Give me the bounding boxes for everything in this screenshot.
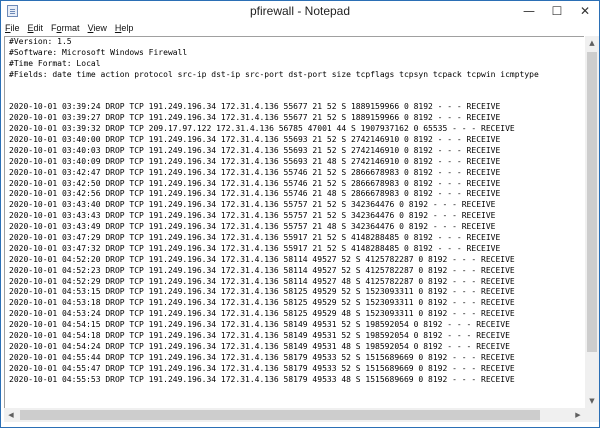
text-line: 2020-10-01 04:54:18 DROP TCP 191.249.196… (9, 331, 510, 341)
text-line: #Fields: date time action protocol src-i… (9, 69, 539, 79)
scroll-right-icon[interactable]: ▶ (571, 408, 585, 422)
vertical-scrollbar[interactable]: ▲ ▼ (585, 36, 599, 408)
vertical-scroll-thumb[interactable] (587, 52, 597, 352)
notepad-window: pfirewall - Notepad — ☐ ✕ File Edit Form… (0, 0, 600, 428)
text-line: 2020-10-01 04:55:47 DROP TCP 191.249.196… (9, 363, 515, 373)
text-line: 2020-10-01 03:42:56 DROP TCP 191.249.196… (9, 189, 501, 199)
maximize-button[interactable]: ☐ (543, 1, 571, 21)
text-line: 2020-10-01 03:43:49 DROP TCP 191.249.196… (9, 222, 496, 232)
text-line: 2020-10-01 04:53:15 DROP TCP 191.249.196… (9, 287, 515, 297)
text-line: 2020-10-01 03:39:27 DROP TCP 191.249.196… (9, 113, 501, 123)
scroll-up-icon[interactable]: ▲ (585, 36, 599, 50)
menu-file[interactable]: File (1, 23, 24, 33)
text-line: 2020-10-01 03:39:32 DROP TCP 209.17.97.1… (9, 124, 515, 134)
editor-content[interactable]: #Version: 1.5 #Software: Microsoft Window… (9, 37, 584, 408)
menu-format[interactable]: Format (47, 23, 84, 33)
window-controls: — ☐ ✕ (515, 1, 599, 21)
text-editor[interactable]: #Version: 1.5 #Software: Microsoft Window… (4, 36, 584, 408)
text-line: #Version: 1.5 (9, 37, 72, 46)
text-line: 2020-10-01 03:47:32 DROP TCP 191.249.196… (9, 243, 501, 253)
text-line: 2020-10-01 04:53:24 DROP TCP 191.249.196… (9, 309, 515, 319)
text-line: 2020-10-01 03:42:50 DROP TCP 191.249.196… (9, 178, 501, 188)
title-bar[interactable]: pfirewall - Notepad — ☐ ✕ (1, 1, 599, 21)
text-line: 2020-10-01 04:52:20 DROP TCP 191.249.196… (9, 254, 515, 264)
menu-bar: File Edit Format View Help (1, 21, 599, 35)
horizontal-scrollbar[interactable]: ◀ ▶ (4, 408, 585, 422)
text-line: 2020-10-01 03:43:40 DROP TCP 191.249.196… (9, 200, 496, 210)
text-line: 2020-10-01 03:43:43 DROP TCP 191.249.196… (9, 211, 496, 221)
text-line: #Software: Microsoft Windows Firewall (9, 47, 188, 57)
text-line: 2020-10-01 04:52:23 DROP TCP 191.249.196… (9, 265, 515, 275)
horizontal-scroll-thumb[interactable] (20, 410, 540, 420)
close-button[interactable]: ✕ (571, 1, 599, 21)
minimize-button[interactable]: — (515, 1, 543, 21)
window-title: pfirewall - Notepad (249, 4, 351, 18)
menu-help[interactable]: Help (111, 23, 138, 33)
text-line: 2020-10-01 04:55:44 DROP TCP 191.249.196… (9, 352, 515, 362)
text-line: 2020-10-01 03:40:09 DROP TCP 191.249.196… (9, 156, 501, 166)
scroll-down-icon[interactable]: ▼ (585, 394, 599, 408)
text-line: 2020-10-01 04:55:53 DROP TCP 191.249.196… (9, 374, 515, 384)
text-line: #Time Format: Local (9, 58, 101, 68)
text-line: 2020-10-01 03:47:29 DROP TCP 191.249.196… (9, 233, 501, 243)
scrollbar-corner (585, 408, 599, 422)
text-line: 2020-10-01 04:54:15 DROP TCP 191.249.196… (9, 320, 510, 330)
menu-edit[interactable]: Edit (24, 23, 48, 33)
text-line (9, 81, 584, 92)
text-line: 2020-10-01 04:53:18 DROP TCP 191.249.196… (9, 298, 515, 308)
menu-view[interactable]: View (84, 23, 111, 33)
text-line: 2020-10-01 03:42:47 DROP TCP 191.249.196… (9, 167, 501, 177)
text-line (9, 91, 584, 102)
text-line: 2020-10-01 03:40:03 DROP TCP 191.249.196… (9, 145, 501, 155)
scroll-left-icon[interactable]: ◀ (4, 408, 18, 422)
text-line: 2020-10-01 04:54:24 DROP TCP 191.249.196… (9, 341, 510, 351)
text-line: 2020-10-01 03:40:00 DROP TCP 191.249.196… (9, 135, 501, 145)
text-line: 2020-10-01 03:39:24 DROP TCP 191.249.196… (9, 102, 501, 112)
text-line: 2020-10-01 04:52:29 DROP TCP 191.249.196… (9, 276, 515, 286)
